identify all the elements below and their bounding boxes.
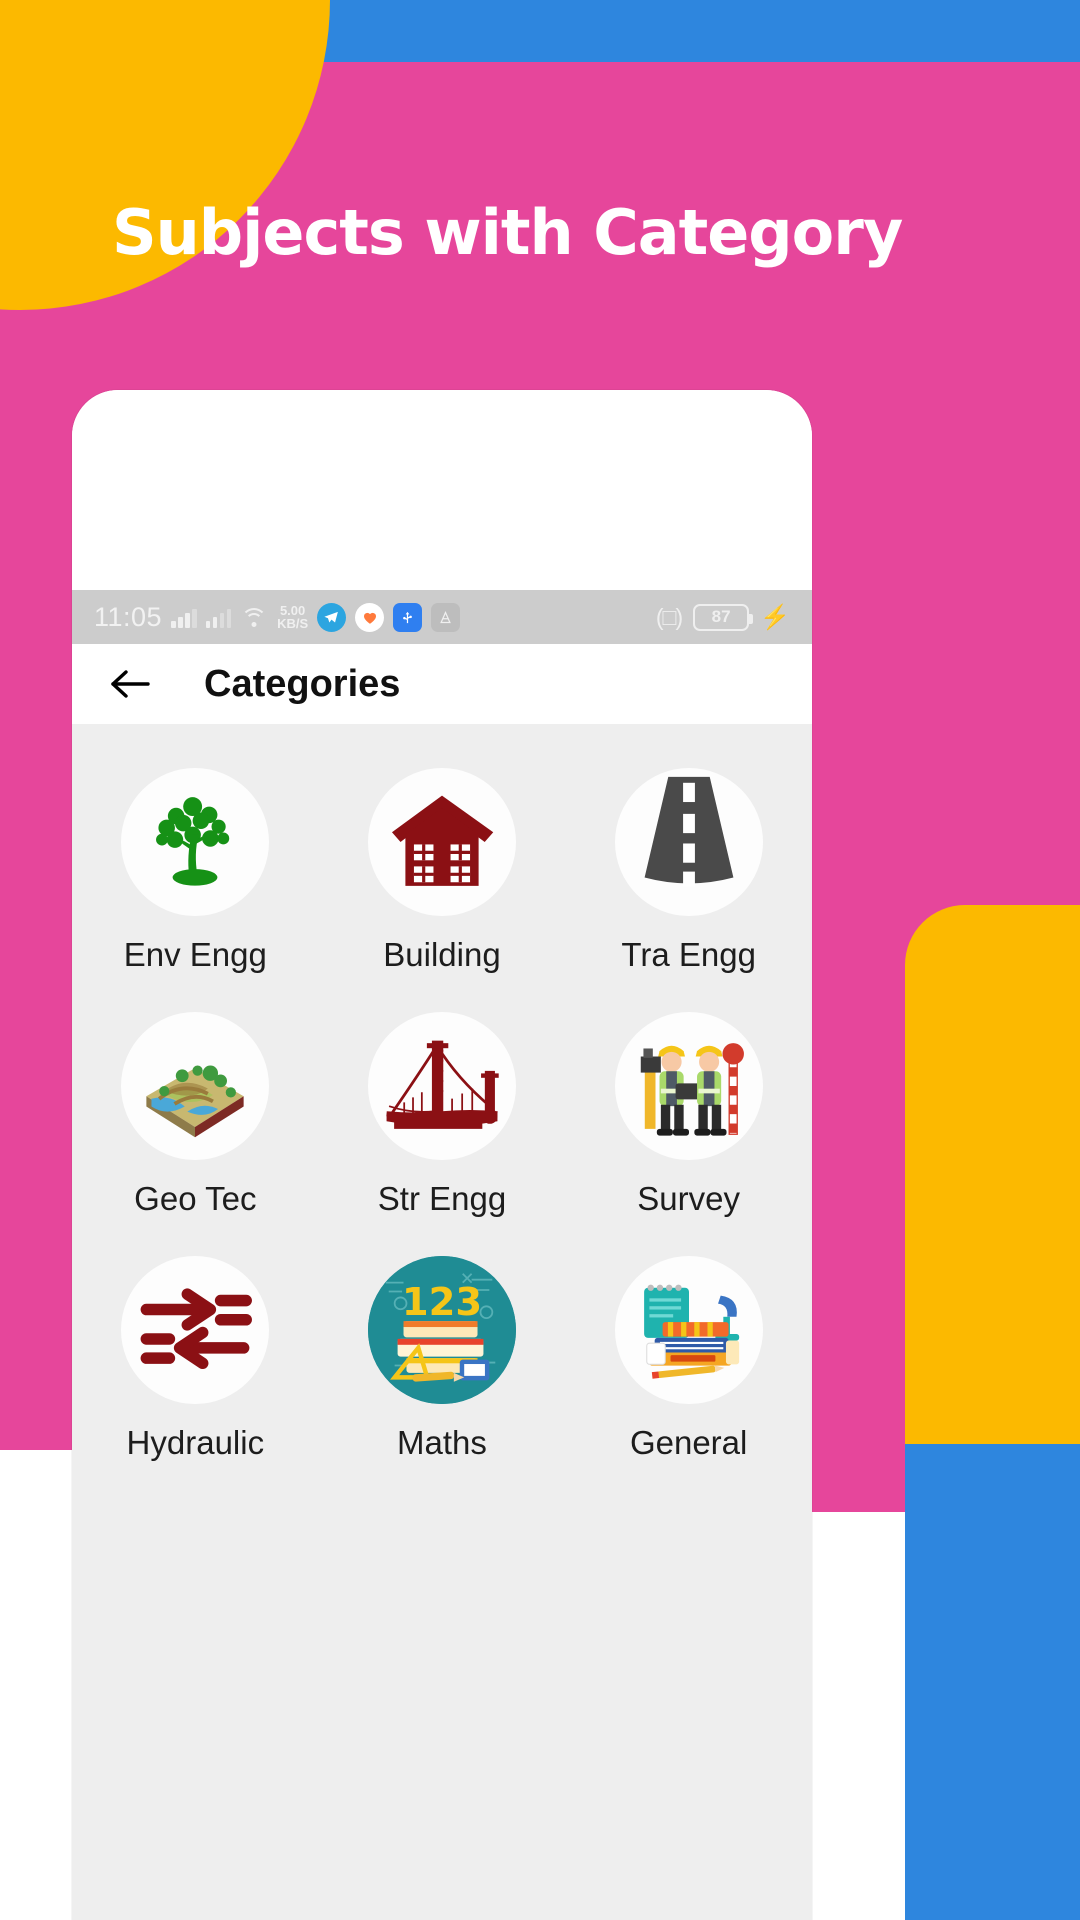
promo-headline: Subjects with Category — [112, 196, 903, 269]
network-speed: 5.00 KB/S — [277, 604, 308, 630]
signal-bars-icon-2 — [205, 606, 232, 628]
tree-icon — [121, 768, 270, 916]
phone-mockup: 11:05 5.00 KB/S (□) 87 ⚡ Categories Env … — [72, 390, 812, 1920]
vibrate-icon: (□) — [655, 603, 683, 630]
bridge-icon — [367, 1012, 516, 1160]
category-label: Str Engg — [377, 1180, 507, 1217]
wifi-icon — [240, 606, 268, 628]
categories-content: Env Engg Building Tra Engg Geo Tec Str E… — [72, 724, 812, 1920]
app-bar: Categories — [72, 644, 812, 724]
category-item[interactable]: 123 Maths — [319, 1238, 566, 1476]
category-label: Env Engg — [123, 936, 267, 973]
status-time: 11:05 — [94, 601, 163, 632]
category-label: Tra Engg — [621, 936, 756, 973]
books-stack-icon — [614, 1256, 763, 1404]
surveyors-icon — [614, 1012, 763, 1160]
back-arrow-icon[interactable] — [106, 660, 154, 708]
category-label: Maths — [397, 1424, 487, 1461]
numbers-books-icon: 123 — [367, 1256, 516, 1404]
house-icon — [367, 768, 516, 916]
yellow-right-shape — [905, 905, 1080, 1445]
telegram-icon — [317, 602, 347, 632]
flow-arrows-icon — [121, 1256, 270, 1404]
road-icon — [614, 768, 763, 916]
category-label: General — [629, 1424, 748, 1461]
category-label: Building — [383, 936, 501, 973]
category-item[interactable]: Geo Tec — [72, 994, 319, 1232]
status-bar: 11:05 5.00 KB/S (□) 87 ⚡ — [72, 590, 812, 644]
battery-indicator: 87 — [693, 603, 754, 631]
svg-text:123: 123 — [402, 1280, 482, 1325]
signal-bars-icon — [171, 606, 197, 628]
page-title: Categories — [204, 662, 401, 705]
charging-bolt-icon: ⚡ — [760, 603, 790, 631]
categories-grid: Env Engg Building Tra Engg Geo Tec Str E… — [72, 750, 812, 1476]
category-item[interactable]: Env Engg — [72, 750, 319, 988]
phone-top-bezel — [72, 390, 812, 590]
usb-icon — [393, 602, 423, 632]
category-item[interactable]: Building — [319, 750, 566, 988]
category-label: Geo Tec — [134, 1180, 257, 1217]
heart-app-icon — [355, 602, 385, 632]
terrain-icon — [121, 1012, 270, 1160]
category-item[interactable]: General — [565, 1238, 812, 1476]
category-item[interactable]: Str Engg — [319, 994, 566, 1232]
category-label: Hydraulic — [126, 1424, 265, 1461]
blue-right-shape — [905, 1444, 1080, 1920]
category-label: Survey — [637, 1180, 741, 1217]
category-item[interactable]: Tra Engg — [565, 750, 812, 988]
category-item[interactable]: Survey — [565, 994, 812, 1232]
adb-icon — [431, 602, 461, 632]
network-speed-unit: KB/S — [277, 616, 309, 631]
category-item[interactable]: Hydraulic — [72, 1238, 319, 1476]
